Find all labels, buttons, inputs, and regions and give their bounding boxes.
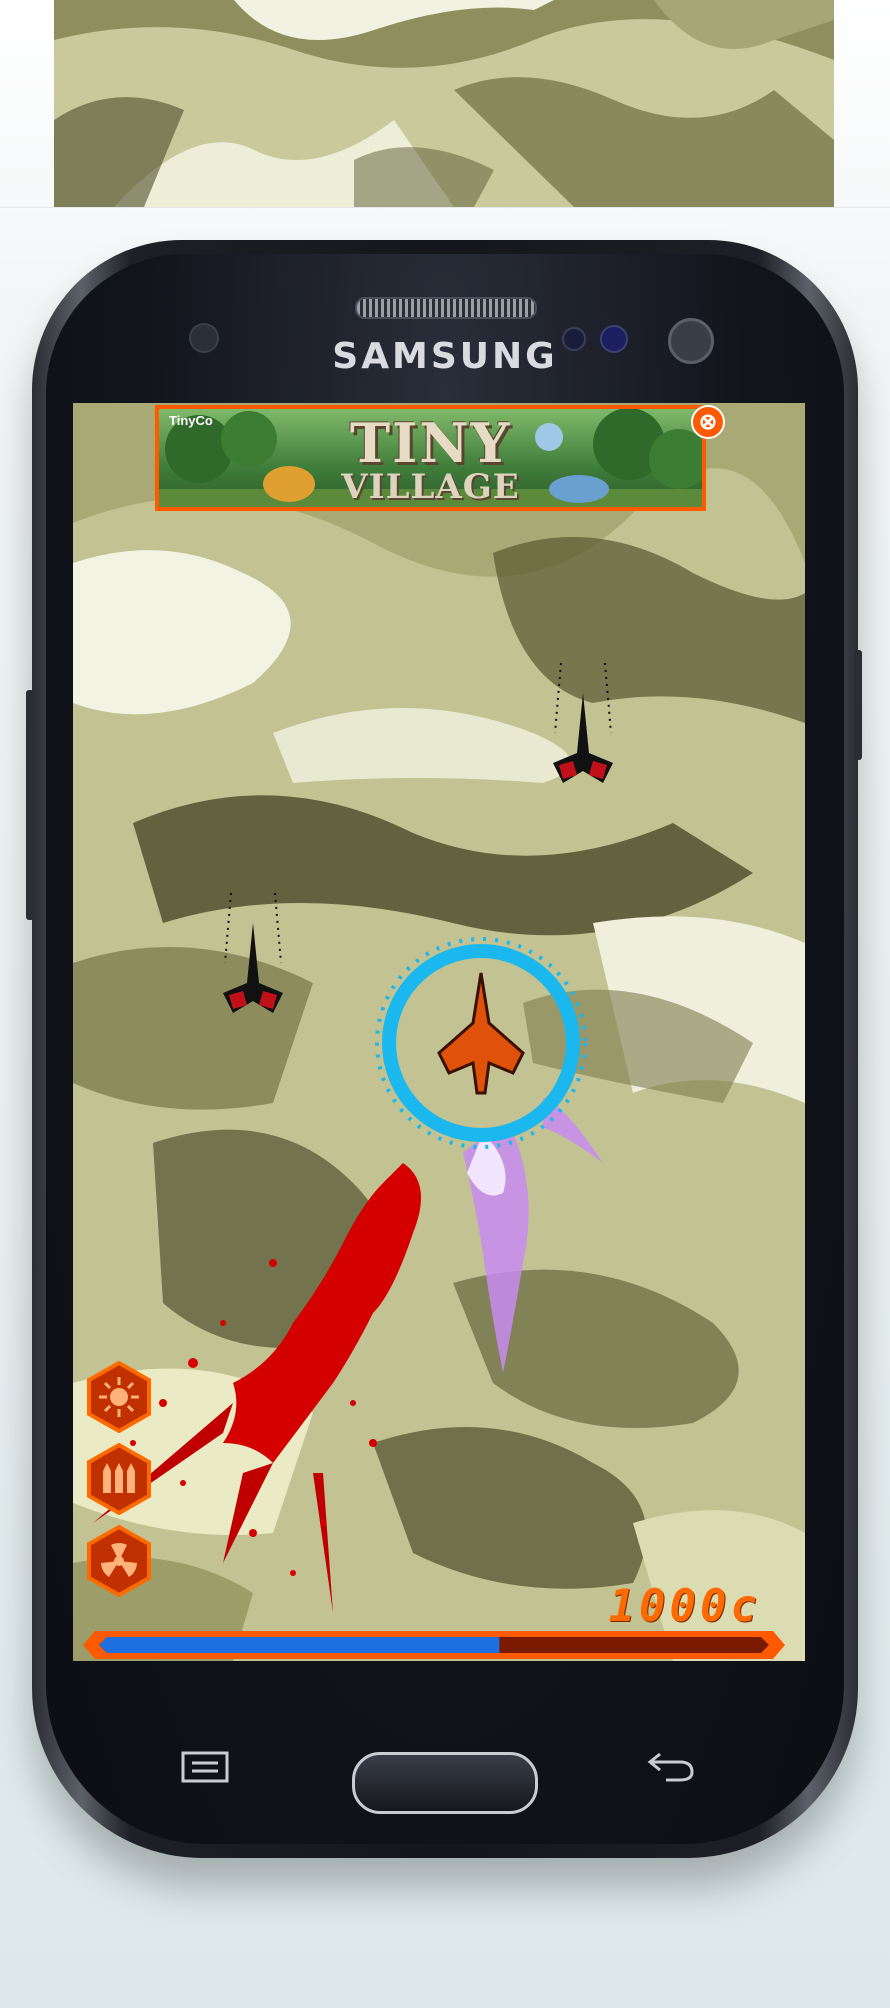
score-readout: 1000c [608, 1581, 761, 1632]
divider [0, 207, 890, 208]
missiles-icon[interactable] [83, 1443, 155, 1515]
radiation-icon[interactable] [83, 1525, 155, 1597]
ad-title-line2: VILLAGE [341, 467, 520, 507]
ad-title-line1: TINY [349, 411, 512, 475]
home-icon[interactable] [352, 1752, 538, 1814]
volume-button [26, 690, 34, 920]
health-bar-fill [99, 1637, 500, 1653]
ad-close-button[interactable]: ⊗ [691, 405, 725, 439]
phone-brand-logo: SAMSUNG [332, 336, 558, 377]
menu-icon[interactable] [180, 1750, 230, 1784]
power-button [854, 650, 862, 760]
enemy-ship [223, 892, 283, 1013]
enemy-ship [553, 662, 613, 783]
game-preview-image [54, 0, 834, 207]
player-ship [375, 937, 603, 1373]
earpiece-speaker [355, 297, 537, 319]
health-bar [83, 1631, 785, 1659]
explosion-icon[interactable] [83, 1361, 155, 1433]
game-screen[interactable]: TinyCo TINY VILLAGE ⊗ 1000c [73, 403, 805, 1661]
ad-banner[interactable]: TinyCo TINY VILLAGE [155, 405, 706, 511]
back-icon[interactable] [646, 1748, 696, 1784]
